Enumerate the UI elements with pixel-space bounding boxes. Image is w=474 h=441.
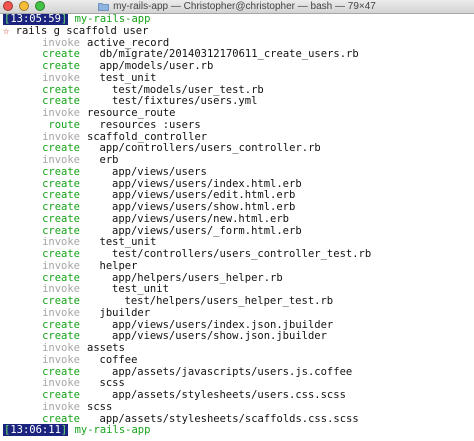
output-path: test/helpers/users_helper_test.rb <box>124 295 334 307</box>
output-verb: create <box>42 295 80 307</box>
output-line: create app/views/users <box>3 165 474 179</box>
window-title: my-rails-app — Christopher@christopher —… <box>113 1 376 12</box>
output-line: route resources :users <box>3 118 474 132</box>
output-path: resources :users <box>99 118 201 131</box>
output-line: invoke assets <box>3 342 474 355</box>
window-title-area: my-rails-app — Christopher@christopher —… <box>0 0 474 13</box>
folder-icon <box>98 2 110 11</box>
output-verb: invoke <box>42 71 80 84</box>
output-verb: invoke <box>42 400 80 413</box>
output-path: active_record <box>87 36 170 49</box>
output-line: create test/helpers/users_helper_test.rb <box>3 295 474 308</box>
output-path: db/migrate/20140312170611_create_users.r… <box>99 48 359 61</box>
output-path: scss <box>99 377 125 390</box>
output-path: test_unit <box>112 283 169 296</box>
terminal-output[interactable]: [13:05:59] my-rails-app ☆ rails g scaffo… <box>0 13 474 437</box>
output-path: test_unit <box>99 71 157 84</box>
output-path: app/views/users/index.json.jbuilder <box>112 318 334 331</box>
output-path: coffee <box>99 353 138 366</box>
output-path: scaffold_controller <box>87 130 208 143</box>
output-path: app/views/users/show.json.jbuilder <box>112 330 327 343</box>
output-path: test/fixtures/users.yml <box>112 95 258 108</box>
prompt-time-badge-end: [13:06:11] <box>3 424 69 437</box>
output-line: invoke test_unit <box>3 71 474 85</box>
output-path: app/views/users/_form.html.erb <box>112 224 302 237</box>
output-path: app/views/users/show.html.erb <box>112 201 296 213</box>
output-line: invoke coffee <box>3 353 474 367</box>
output-line: create app/models/user.rb <box>3 60 474 73</box>
output-verb: invoke <box>42 353 80 366</box>
command-text: rails g scaffold user <box>15 24 149 37</box>
generator-output: invoke active_recordcreate db/migrate/2014… <box>3 36 474 426</box>
output-verb: create <box>42 165 80 178</box>
output-verb: create <box>42 212 80 225</box>
output-line: create app/views/users/show.html.erb <box>3 201 474 214</box>
output-path: app/views/users/index.html.erb <box>112 177 302 190</box>
prompt-time: 13:05:59 <box>10 13 61 25</box>
output-verb: route <box>48 118 80 131</box>
output-verb: create <box>42 201 80 213</box>
output-path: app/views/users <box>112 165 207 178</box>
output-line: invoke jbuilder <box>3 306 474 320</box>
output-path: app/assets/javascripts/users.js.coffee <box>112 365 353 378</box>
output-line: invoke helper <box>3 259 474 273</box>
output-verb: invoke <box>42 259 80 272</box>
output-path: app/views/users/new.html.erb <box>112 212 290 225</box>
output-path: app/assets/stylesheets/users.css.scss <box>112 389 346 401</box>
output-verb: create <box>42 248 80 260</box>
output-line: invoke erb <box>3 154 474 167</box>
output-line: invoke resource_route <box>3 107 474 120</box>
output-path: test/models/user_test.rb <box>112 83 264 96</box>
title-bar: my-rails-app — Christopher@christopher —… <box>0 0 474 14</box>
prompt-host-end: my-rails-app <box>74 424 151 437</box>
output-path: app/helpers/users_helper.rb <box>112 271 283 284</box>
output-path: assets <box>87 342 125 354</box>
output-path: scss <box>87 400 113 413</box>
prompt-host: my-rails-app <box>74 13 151 25</box>
output-path: app/models/user.rb <box>99 60 214 72</box>
output-verb: create <box>42 60 80 72</box>
prompt-time-end: 13:06:11 <box>10 424 61 437</box>
output-path: test_unit <box>99 236 157 249</box>
output-path: app/assets/stylesheets/scaffolds.css.scs… <box>99 412 359 425</box>
output-verb: invoke <box>42 154 80 166</box>
output-verb: invoke <box>42 342 80 354</box>
output-verb: invoke <box>42 306 80 319</box>
terminal-window: my-rails-app — Christopher@christopher —… <box>0 0 474 441</box>
prompt-line-end: [13:06:11] my-rails-app <box>3 424 474 437</box>
output-line: create app/assets/stylesheets/users.css.s… <box>3 389 474 402</box>
output-path: helper <box>99 259 138 272</box>
output-path: erb <box>99 154 119 166</box>
output-path: resource_route <box>87 107 176 119</box>
command-line: ☆ rails g scaffold user <box>3 24 474 38</box>
output-line: create test/controllers/users_controller_… <box>3 248 474 261</box>
prompt-star-icon: ☆ <box>3 24 10 37</box>
output-line: create app/views/users/new.html.erb <box>3 212 474 226</box>
output-path: app/views/users/edit.html.erb <box>112 189 296 202</box>
output-verb: invoke <box>42 107 80 119</box>
output-path: jbuilder <box>99 306 151 319</box>
output-path: test/controllers/users_controller_test.r… <box>112 248 372 260</box>
output-line: invoke scss <box>3 400 474 414</box>
prompt-time-badge: [13:05:59] <box>3 13 69 25</box>
output-verb: create <box>42 389 80 401</box>
output-path: app/controllers/users_controller.rb <box>99 142 321 155</box>
